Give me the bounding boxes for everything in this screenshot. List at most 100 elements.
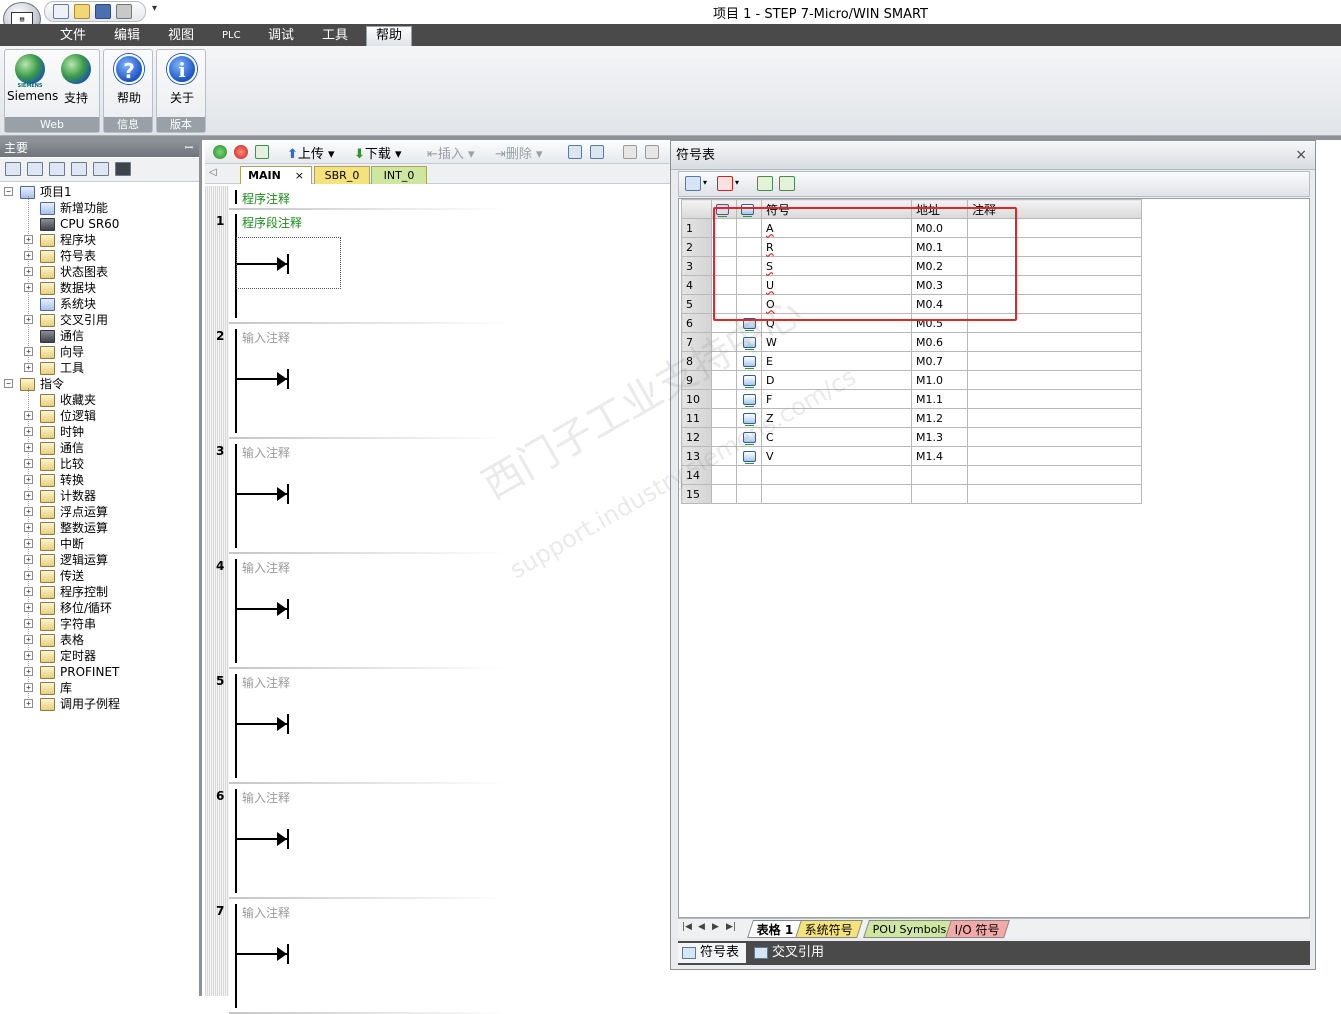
expand-toggle-icon[interactable]: + [24, 427, 33, 436]
network-comment[interactable]: 程序段注释 [242, 214, 302, 231]
status-cell[interactable] [711, 484, 737, 504]
expand-toggle-icon[interactable]: + [24, 587, 33, 596]
run-icon[interactable] [213, 145, 227, 159]
icon-cell[interactable] [736, 370, 762, 390]
comment-cell[interactable] [967, 370, 1142, 390]
upload-button[interactable]: ⬆上传 ▾ [287, 143, 335, 162]
icon-cell[interactable] [736, 332, 762, 352]
status-cell[interactable] [711, 427, 737, 447]
menu-edit[interactable]: 编辑 [114, 27, 140, 46]
expand-toggle-icon[interactable]: + [24, 475, 33, 484]
status-cell[interactable] [711, 465, 737, 485]
table-row[interactable]: 8 E M0.7 [681, 351, 1142, 371]
tab-close-icon[interactable]: × [295, 169, 304, 182]
address-cell[interactable]: M1.2 [911, 408, 968, 428]
expand-toggle-icon[interactable]: + [24, 283, 33, 292]
expand-toggle-icon[interactable]: + [24, 603, 33, 612]
expand-toggle-icon[interactable]: + [24, 363, 33, 372]
network-comment[interactable]: 输入注释 [242, 674, 290, 691]
expand-toggle-icon[interactable]: + [24, 347, 33, 356]
expand-toggle-icon[interactable]: + [24, 411, 33, 420]
address-cell[interactable]: M1.3 [911, 427, 968, 447]
menu-tools[interactable]: 工具 [322, 27, 348, 46]
icon-cell[interactable] [736, 351, 762, 371]
first-sheet-icon[interactable]: |◀ [682, 922, 692, 932]
table-row[interactable]: 15 [681, 484, 1142, 504]
expand-toggle-icon[interactable]: + [24, 619, 33, 628]
address-cell[interactable] [911, 484, 968, 504]
back-icon[interactable] [645, 145, 659, 159]
symbol-cell[interactable]: W [761, 332, 912, 352]
table-row[interactable]: 14 [681, 465, 1142, 485]
expand-toggle-icon[interactable]: + [24, 571, 33, 580]
expand-toggle-icon[interactable]: + [24, 459, 33, 468]
help-button[interactable]: ? 帮助 [106, 54, 152, 106]
add-symbol-icon[interactable] [685, 176, 701, 191]
expand-toggle-icon[interactable]: + [24, 235, 33, 244]
insert-button[interactable]: ⇤插入 ▾ [427, 143, 475, 162]
comment-cell[interactable] [967, 465, 1142, 485]
delete-button[interactable]: ⇥删除 ▾ [495, 143, 543, 162]
delete-symbol-icon[interactable] [717, 176, 733, 191]
menu-file[interactable]: 文件 [60, 27, 86, 46]
add-dropdown-icon[interactable]: ▾ [703, 178, 707, 187]
network-comment[interactable]: 输入注释 [242, 329, 290, 346]
status-cell[interactable] [711, 408, 737, 428]
comment-cell[interactable] [967, 446, 1142, 466]
menu-debug[interactable]: 调试 [268, 27, 294, 46]
address-cell[interactable]: M0.6 [911, 332, 968, 352]
network-comment[interactable]: 输入注释 [242, 559, 290, 576]
generate-table-icon[interactable] [757, 176, 773, 191]
tab-main[interactable]: MAIN × [240, 166, 312, 184]
network-icon-2[interactable] [590, 145, 604, 159]
icon-cell[interactable] [736, 408, 762, 428]
expand-toggle-icon[interactable]: + [24, 539, 33, 548]
address-cell[interactable]: M0.7 [911, 351, 968, 371]
comment-cell[interactable] [967, 332, 1142, 352]
sheet-tab-pou-symbols[interactable]: POU Symbols [863, 920, 957, 938]
symbol-cell[interactable]: V [761, 446, 912, 466]
expand-toggle-icon[interactable]: + [24, 651, 33, 660]
tab-int0[interactable]: INT_0 [371, 166, 427, 184]
status-cell[interactable] [711, 389, 737, 409]
about-button[interactable]: i 关于 [159, 54, 205, 106]
symbol-cell[interactable]: E [761, 351, 912, 371]
menu-view[interactable]: 视图 [168, 27, 194, 46]
compile-icon[interactable] [255, 145, 269, 159]
pin-icon[interactable]: ꟷ [185, 140, 193, 154]
comment-cell[interactable] [967, 408, 1142, 428]
expand-toggle-icon[interactable]: + [24, 491, 33, 500]
expand-toggle-icon[interactable]: + [24, 251, 33, 260]
table-row[interactable]: 10 F M1.1 [681, 389, 1142, 409]
symbol-cell[interactable]: Z [761, 408, 912, 428]
table-row[interactable]: 9 D M1.0 [681, 370, 1142, 390]
sheet-tab-system-symbols[interactable]: 系统符号 [795, 920, 863, 938]
siemens-button[interactable]: SIEMENS Siemens [7, 54, 58, 103]
expand-toggle-icon[interactable]: + [24, 267, 33, 276]
tab-sbr0[interactable]: SBR_0 [314, 166, 370, 184]
comment-cell[interactable] [967, 484, 1142, 504]
prev-sheet-icon[interactable]: ◀ [698, 922, 705, 932]
expand-toggle-icon[interactable]: + [24, 555, 33, 564]
expand-toggle-icon[interactable]: + [24, 667, 33, 676]
comment-cell[interactable] [967, 351, 1142, 371]
last-sheet-icon[interactable]: ▶| [726, 922, 736, 932]
download-button[interactable]: ⬇下载 ▾ [354, 143, 402, 162]
table-row[interactable]: 7 W M0.6 [681, 332, 1142, 352]
status-cell[interactable] [711, 446, 737, 466]
comment-cell[interactable] [967, 389, 1142, 409]
menu-help[interactable]: 帮助 [366, 26, 413, 46]
menu-plc[interactable]: PLC [222, 27, 241, 46]
view-icon-1[interactable] [5, 162, 21, 176]
sheet-tab-io-symbols[interactable]: I/O 符号 [945, 920, 1010, 938]
view-icon-4[interactable] [71, 162, 87, 176]
icon-cell[interactable] [736, 389, 762, 409]
symbol-cell[interactable]: C [761, 427, 912, 447]
network-comment[interactable]: 输入注释 [242, 789, 290, 806]
icon-cell[interactable] [736, 427, 762, 447]
status-cell[interactable] [711, 351, 737, 371]
network-comment[interactable]: 输入注释 [242, 444, 290, 461]
view-icon-2[interactable] [27, 162, 43, 176]
address-cell[interactable] [911, 465, 968, 485]
address-cell[interactable]: M1.0 [911, 370, 968, 390]
